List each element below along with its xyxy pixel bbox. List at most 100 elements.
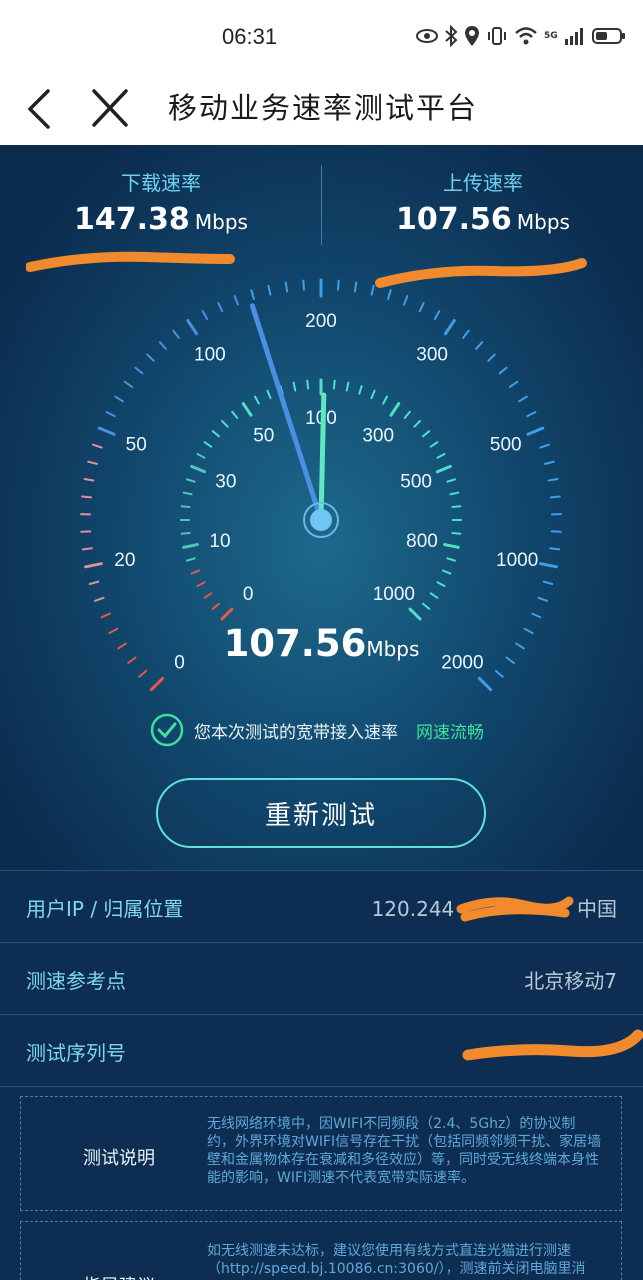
outer-tick-label: 300 <box>416 345 448 366</box>
serial-row: 测试序列号 <box>0 1014 643 1086</box>
outer-tick <box>539 562 558 569</box>
outer-tick <box>201 310 209 321</box>
outer-tick <box>531 612 542 619</box>
serial-label: 测试序列号 <box>26 1041 126 1065</box>
status-bar: 06:31 5G <box>0 0 643 75</box>
retest-button[interactable]: 重新测试 <box>156 778 486 848</box>
outer-tick <box>433 310 441 321</box>
outer-tick <box>549 495 561 499</box>
outer-tick-label: 200 <box>305 311 337 332</box>
outer-tick <box>542 580 554 586</box>
ip-location: 中国 <box>577 897 617 921</box>
outer-tick <box>158 341 167 350</box>
ip-row: 用户IP / 归属位置 120.244 中国 <box>0 870 643 942</box>
inner-tick <box>180 505 191 509</box>
inner-tick <box>221 420 229 428</box>
test-description-label: 测试说明 <box>83 1148 155 1169</box>
redaction-scribble-ip <box>456 896 574 922</box>
inner-tick <box>436 581 446 587</box>
outer-tick <box>539 443 550 449</box>
outer-tick <box>134 366 144 375</box>
inner-tick <box>203 441 213 448</box>
inner-tick <box>190 464 207 474</box>
inner-tick <box>345 381 350 392</box>
outer-tick <box>387 289 392 300</box>
node-value: 北京移动7 <box>524 969 617 993</box>
speed-panel: 下载速率 147.38 Mbps 上传速率 107.56 Mbps 0 20 50 1… <box>0 145 643 870</box>
outer-tick-label: 1000 <box>496 550 538 571</box>
current-speed: 107.56Mbps <box>0 622 643 665</box>
inner-tick <box>231 410 239 419</box>
inner-tick <box>370 389 376 400</box>
outer-tick <box>477 676 493 692</box>
outer-tick <box>146 353 155 362</box>
ip-value: 120.244 <box>371 897 455 921</box>
status-time: 06:31 <box>222 24 278 49</box>
battery-icon <box>591 28 625 44</box>
close-icon[interactable] <box>88 85 132 131</box>
inner-tick <box>266 389 272 400</box>
outer-tick <box>418 302 425 313</box>
node-label: 测速参考点 <box>26 969 126 993</box>
inner-tick <box>241 402 253 417</box>
inner-tick <box>186 557 196 562</box>
inner-tick <box>429 592 439 599</box>
inner-tick <box>443 543 460 549</box>
test-description-box: 测试说明 无线网络环境中，因WIFI不同频段（2.4、5Ghz）的协议制约，外界… <box>20 1096 622 1211</box>
back-icon[interactable] <box>18 83 58 135</box>
test-info: 用户IP / 归属位置 120.244 中国 测速参考点 北京移动7 测试序列号… <box>0 870 643 1280</box>
outer-tick <box>498 366 508 375</box>
outer-tick <box>353 281 358 293</box>
inner-tick <box>332 379 336 390</box>
outer-tick <box>526 411 537 418</box>
advice-box: 指导建议 如无线测速未达标，建议您使用有线方式直连光猫进行测速（http://s… <box>20 1221 622 1280</box>
inner-tick <box>446 557 456 562</box>
row-divider <box>0 1086 643 1088</box>
inner-tick-label: 800 <box>406 531 438 552</box>
outer-tick-label: 20 <box>114 550 135 571</box>
inner-tick-label: 10 <box>209 531 230 552</box>
check-circle-icon <box>150 713 184 747</box>
advice-label: 指导建议 <box>21 1272 217 1280</box>
outer-tick <box>233 295 239 306</box>
inner-tick <box>182 491 193 496</box>
inner-tick <box>358 385 363 395</box>
outer-tick <box>217 302 224 313</box>
current-speed-value: 107.56 <box>223 622 367 665</box>
inner-tick-label: 500 <box>400 472 432 493</box>
app-header: 移动业务速率测试平台 <box>0 75 643 145</box>
outer-tick <box>114 395 124 403</box>
outer-tick <box>537 596 548 602</box>
inner-tick <box>292 381 297 392</box>
wifi-icon <box>515 27 537 45</box>
outer-tick <box>87 460 98 465</box>
inner-needle <box>318 392 327 523</box>
inner-tick <box>403 410 411 419</box>
outer-tick <box>336 279 340 291</box>
page-title: 移动业务速率测试平台 <box>168 91 479 125</box>
inner-tick <box>211 430 220 438</box>
outer-tick <box>462 329 470 339</box>
outer-tick <box>97 426 116 436</box>
inner-tick-label: 50 <box>253 425 274 446</box>
outer-tick <box>526 426 545 436</box>
outer-tick <box>94 596 105 602</box>
outer-tick <box>508 380 519 388</box>
inner-tick-label: 300 <box>362 425 394 446</box>
inner-tick <box>429 441 439 448</box>
verdict-text: 您本次测试的宽带接入速率 <box>194 722 398 743</box>
outer-tick <box>84 562 103 569</box>
outer-tick-label: 50 <box>126 434 147 455</box>
inner-tick <box>306 379 310 390</box>
inner-tick <box>203 592 213 599</box>
outer-tick <box>138 669 148 678</box>
outer-tick-label: 100 <box>194 345 226 366</box>
outer-tick <box>549 547 561 551</box>
eye-icon <box>416 29 438 43</box>
inner-tick <box>196 581 206 587</box>
outer-tick <box>518 395 528 403</box>
speed-gauge: 0205010020030050010002000010305010030050… <box>80 278 562 692</box>
speed-verdict: 您本次测试的宽带接入速率 网速流畅 <box>150 713 484 747</box>
outer-tick <box>186 318 199 336</box>
inner-tick <box>382 395 388 405</box>
